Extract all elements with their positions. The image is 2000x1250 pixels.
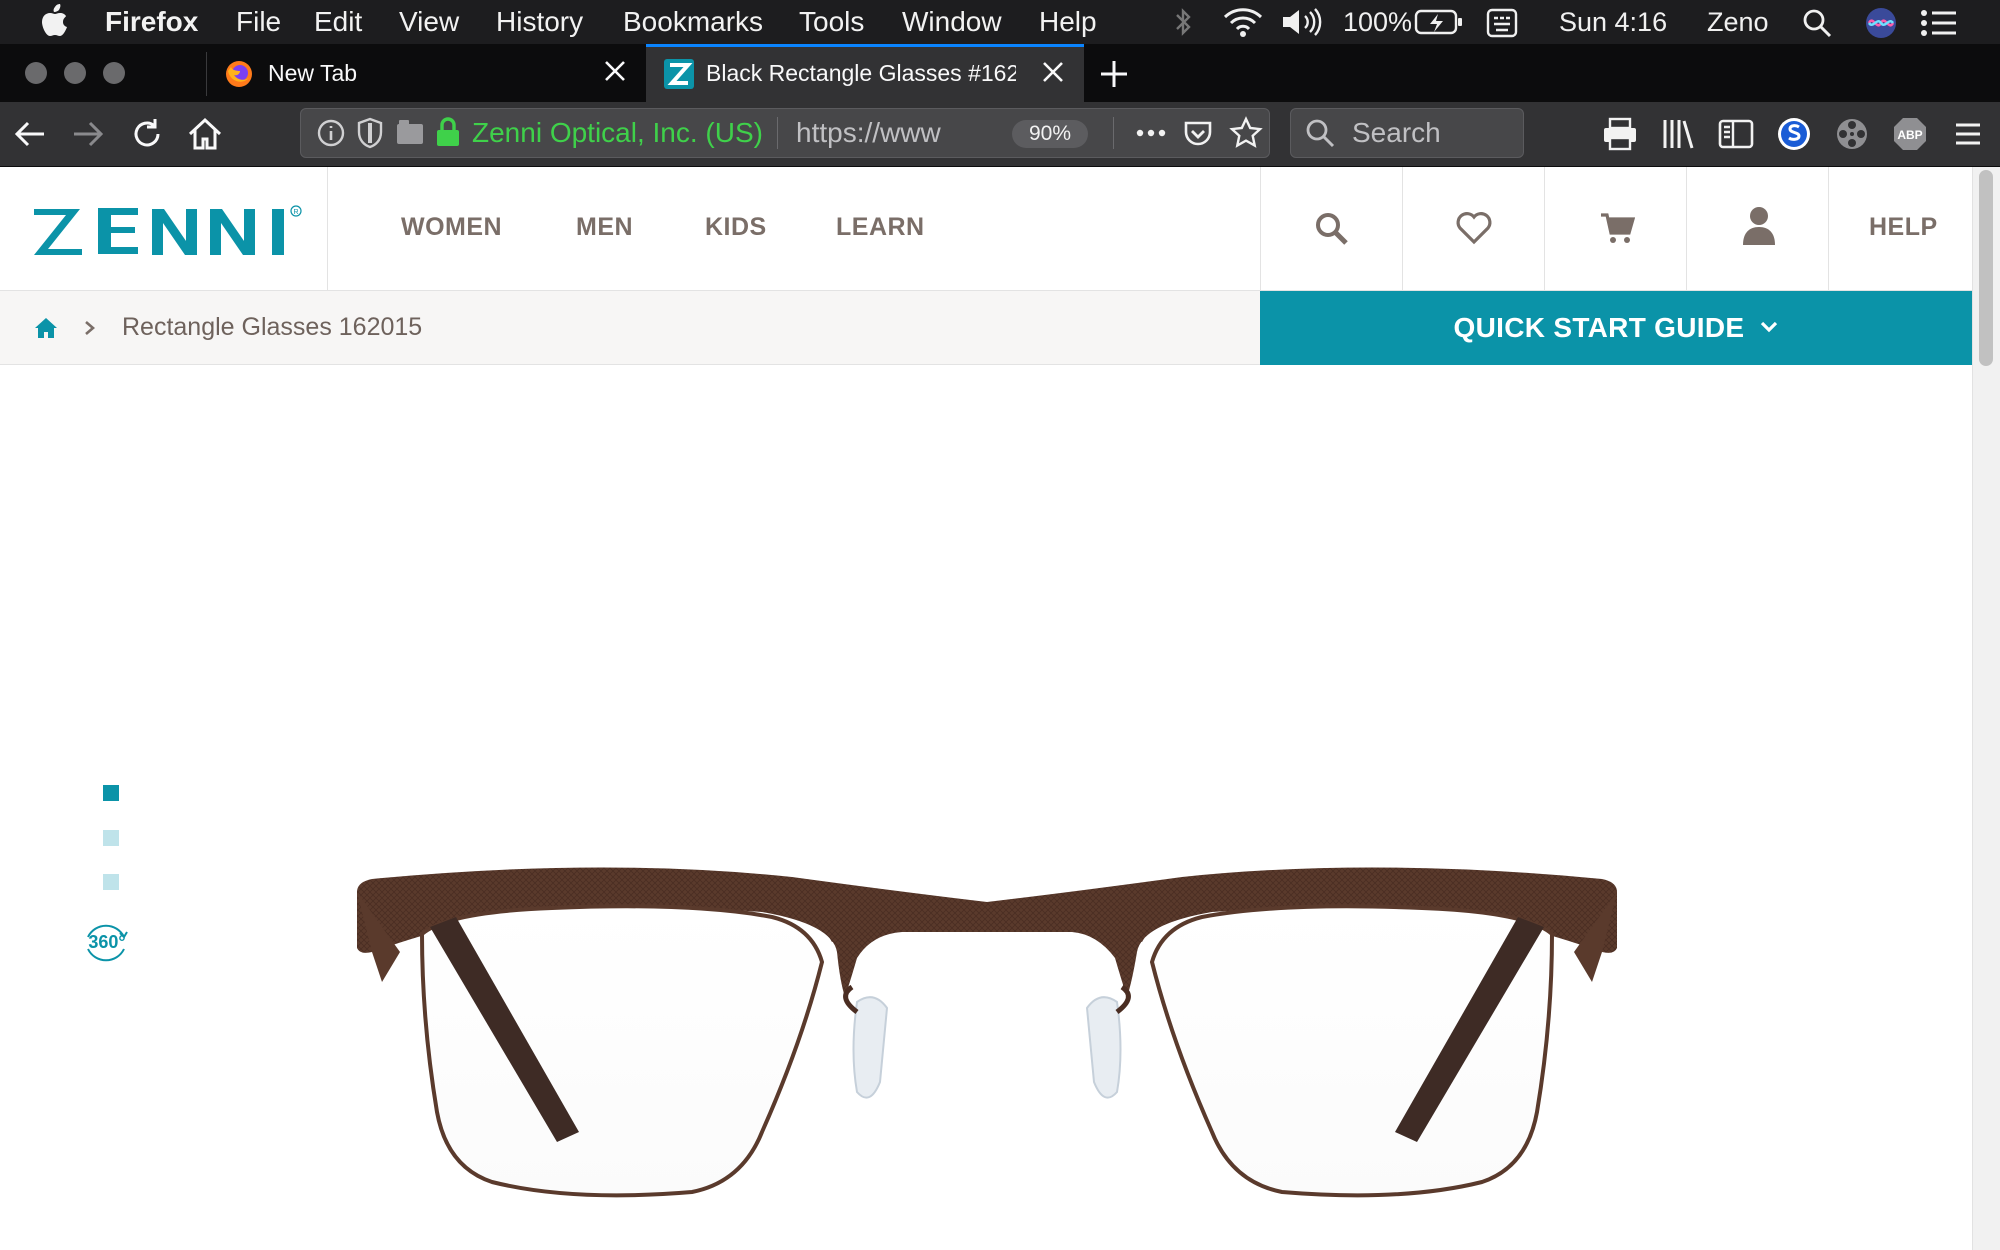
menu-window[interactable]: Window bbox=[902, 4, 1002, 40]
menu-history[interactable]: History bbox=[496, 4, 583, 40]
quick-start-label: QUICK START GUIDE bbox=[1453, 312, 1745, 343]
site-header: R WOMEN MEN KIDS LEARN HELP bbox=[0, 167, 1972, 291]
keyboard-viewer-icon[interactable] bbox=[1486, 8, 1518, 38]
image-thumbnail-3[interactable] bbox=[103, 874, 119, 890]
quick-start-guide-button[interactable]: QUICK START GUIDE bbox=[1260, 291, 1972, 365]
new-tab-plus-icon[interactable] bbox=[1098, 58, 1130, 90]
logo-divider bbox=[327, 167, 328, 291]
breadcrumb-current: Rectangle Glasses 162015 bbox=[122, 313, 423, 341]
tab-product-page[interactable]: Black Rectangle Glasses #1620 bbox=[646, 44, 1084, 102]
search-placeholder: Search bbox=[1352, 117, 1441, 148]
header-wishlist-button[interactable] bbox=[1402, 167, 1544, 291]
chevron-down-icon bbox=[1761, 321, 1778, 332]
page-actions-more-icon[interactable] bbox=[1134, 120, 1168, 146]
menu-tools[interactable]: Tools bbox=[799, 4, 864, 40]
volume-icon[interactable] bbox=[1280, 6, 1326, 38]
tracking-protection-shield-icon[interactable] bbox=[356, 117, 384, 149]
tab-separator bbox=[206, 52, 207, 96]
svg-text:R: R bbox=[293, 209, 298, 216]
tab-close-icon[interactable] bbox=[1040, 59, 1066, 85]
view-360-button[interactable]: 360° bbox=[82, 919, 130, 967]
menu-help[interactable]: Help bbox=[1039, 4, 1097, 40]
secure-lock-icon[interactable] bbox=[434, 116, 462, 148]
breadcrumb: Rectangle Glasses 162015 bbox=[0, 291, 1260, 365]
menu-bookmarks[interactable]: Bookmarks bbox=[623, 4, 763, 40]
user-account-icon bbox=[1743, 207, 1775, 245]
apple-logo-icon[interactable] bbox=[40, 4, 68, 38]
adblock-plus-icon[interactable]: ABP bbox=[1890, 114, 1930, 154]
battery-percent: 100% bbox=[1343, 7, 1413, 37]
shazam-extension-icon[interactable] bbox=[1774, 114, 1814, 154]
window-zoom-button[interactable] bbox=[103, 62, 125, 84]
window-close-button[interactable] bbox=[25, 62, 47, 84]
nav-women[interactable]: WOMEN bbox=[401, 213, 502, 242]
film-reel-extension-icon[interactable] bbox=[1832, 114, 1872, 154]
reload-icon[interactable] bbox=[127, 114, 167, 154]
battery-charging-icon[interactable] bbox=[1414, 9, 1464, 35]
tab-close-icon[interactable] bbox=[602, 58, 628, 84]
permissions-icon[interactable] bbox=[395, 118, 425, 146]
spotlight-search-icon[interactable] bbox=[1802, 8, 1832, 38]
scrollbar-thumb[interactable] bbox=[1979, 170, 1993, 366]
site-identity-label[interactable]: Zenni Optical, Inc. (US) bbox=[472, 108, 763, 158]
menubar-user[interactable]: Zeno bbox=[1707, 4, 1769, 40]
help-label: HELP bbox=[1869, 213, 1938, 241]
header-search-button[interactable] bbox=[1260, 167, 1402, 291]
urlbar-divider bbox=[777, 117, 778, 149]
header-help-button[interactable]: HELP bbox=[1828, 167, 1972, 291]
menu-file[interactable]: File bbox=[236, 4, 281, 40]
header-cart-button[interactable] bbox=[1544, 167, 1686, 291]
tab-new-tab[interactable]: New Tab bbox=[208, 44, 646, 102]
sidebar-toggle-icon[interactable] bbox=[1716, 114, 1756, 154]
badge-360-label: 360° bbox=[88, 932, 126, 952]
home-icon[interactable] bbox=[185, 114, 225, 154]
search-icon bbox=[1306, 119, 1335, 148]
nav-kids[interactable]: KIDS bbox=[705, 213, 767, 242]
notification-center-icon[interactable] bbox=[1920, 8, 1958, 38]
header-account-button[interactable] bbox=[1686, 167, 1828, 291]
info-icon[interactable] bbox=[316, 118, 346, 148]
menu-app-name[interactable]: Firefox bbox=[105, 4, 198, 40]
hamburger-menu-icon[interactable] bbox=[1948, 114, 1988, 154]
nav-men[interactable]: MEN bbox=[576, 213, 633, 242]
library-icon[interactable] bbox=[1658, 114, 1698, 154]
urlbar-divider bbox=[1113, 117, 1114, 149]
window-minimize-button[interactable] bbox=[64, 62, 86, 84]
menu-edit[interactable]: Edit bbox=[314, 4, 362, 40]
tab-label: New Tab bbox=[268, 60, 358, 86]
bookmark-star-icon[interactable] bbox=[1229, 116, 1263, 150]
wifi-icon[interactable] bbox=[1222, 6, 1264, 38]
forward-arrow-icon[interactable] bbox=[68, 114, 108, 154]
pocket-icon[interactable] bbox=[1182, 117, 1214, 149]
image-thumbnail-1[interactable] bbox=[103, 785, 119, 801]
product-image-glasses[interactable] bbox=[352, 712, 1622, 1212]
page-viewport: R WOMEN MEN KIDS LEARN HELP Rectangle Gl… bbox=[0, 167, 1972, 1250]
home-icon[interactable] bbox=[34, 317, 58, 339]
back-arrow-icon[interactable] bbox=[10, 114, 50, 154]
menubar-clock[interactable]: Sun 4:16 bbox=[1559, 4, 1667, 40]
nav-learn[interactable]: LEARN bbox=[836, 213, 925, 242]
chevron-right-icon bbox=[85, 321, 95, 335]
search-icon bbox=[1316, 213, 1348, 245]
zenni-favicon-icon bbox=[664, 59, 694, 89]
url-text[interactable]: https://www bbox=[796, 108, 966, 158]
firefox-favicon-icon bbox=[226, 61, 252, 87]
svg-text:ABP: ABP bbox=[1897, 128, 1922, 142]
menu-view[interactable]: View bbox=[399, 4, 459, 40]
tab-label: Black Rectangle Glasses #1620 bbox=[706, 60, 1016, 86]
macos-menubar: Firefox File Edit View History Bookmarks… bbox=[0, 0, 2000, 44]
print-icon[interactable] bbox=[1600, 114, 1640, 154]
shopping-cart-icon bbox=[1601, 213, 1635, 243]
zoom-level-badge[interactable]: 90% bbox=[1012, 120, 1088, 148]
siri-icon[interactable] bbox=[1864, 6, 1898, 40]
heart-icon bbox=[1456, 212, 1492, 245]
zenni-logo[interactable]: R bbox=[34, 205, 304, 257]
bluetooth-icon[interactable] bbox=[1172, 6, 1196, 38]
image-thumbnail-2[interactable] bbox=[103, 830, 119, 846]
